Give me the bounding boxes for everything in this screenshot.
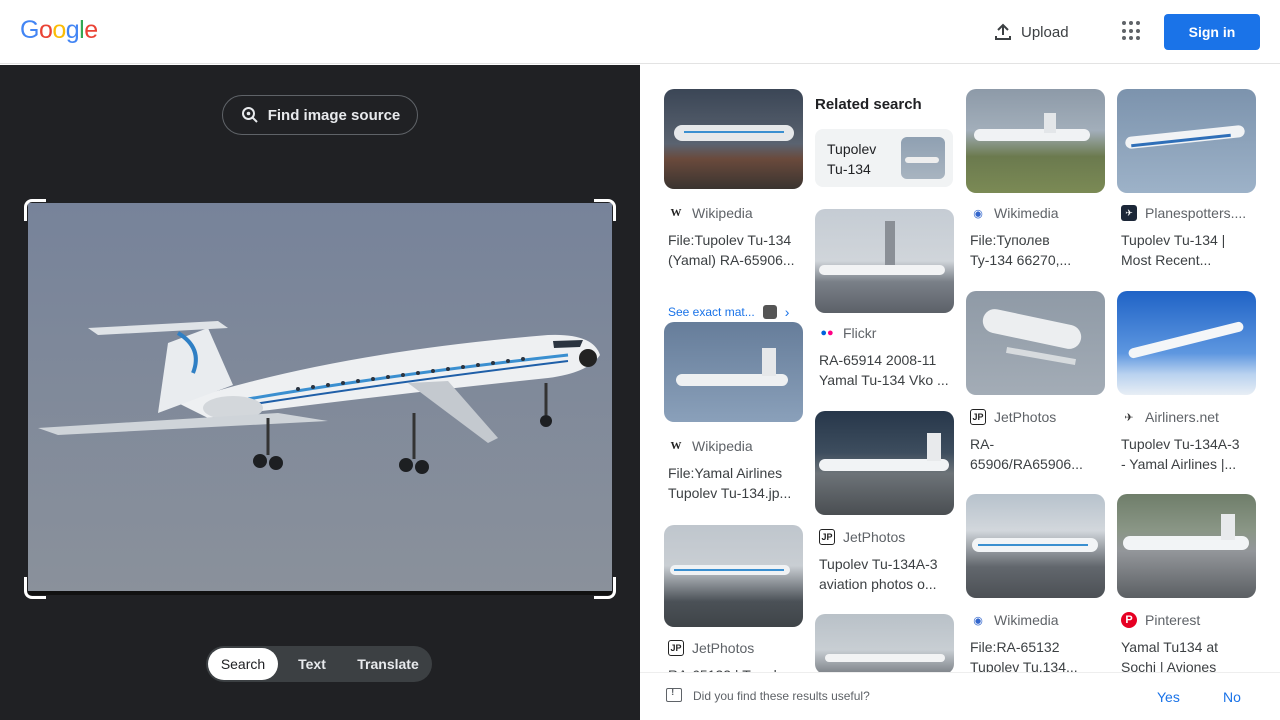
related-search-heading: Related search: [815, 96, 922, 113]
feedback-question: Did you find these results useful?: [693, 689, 870, 703]
tab-search[interactable]: Search: [208, 648, 278, 680]
result-source: P Pinterest: [1121, 612, 1200, 628]
result-thumbnail[interactable]: [664, 322, 803, 422]
result-source: ● ● Flickr: [820, 325, 877, 341]
result-thumbnail[interactable]: [966, 89, 1105, 193]
result-source: ◉ Wikimedia: [970, 205, 1058, 221]
apps-grid-icon[interactable]: [1122, 21, 1142, 41]
result-thumbnail[interactable]: [966, 494, 1105, 598]
logo-letter: g: [65, 16, 80, 44]
mode-tabs: Search Text Translate: [206, 646, 432, 682]
wikipedia-icon: W: [670, 440, 682, 452]
find-image-source-button[interactable]: Find image source: [222, 95, 418, 135]
result-source: ✈ Planespotters....: [1121, 205, 1246, 221]
jetphotos-icon: JP: [668, 640, 684, 656]
result-title[interactable]: File:Yamal Airlines Tupolev Tu-134.jp...: [668, 463, 804, 503]
result-thumbnail[interactable]: [664, 89, 803, 189]
feedback-bar: Did you find these results useful? Yes N…: [640, 672, 1280, 720]
feedback-yes-button[interactable]: Yes: [1157, 689, 1180, 705]
logo-letter: o: [52, 16, 66, 44]
wikipedia-icon: W: [670, 207, 682, 219]
result-title[interactable]: Yamal Tu134 at Sochi | Aviones: [1121, 637, 1257, 677]
see-exact-matches-link[interactable]: See exact mat... ›: [668, 304, 789, 320]
tab-translate[interactable]: Translate: [346, 648, 430, 680]
crop-handle-bottom-left[interactable]: [24, 577, 46, 599]
feedback-no-button[interactable]: No: [1223, 689, 1241, 705]
result-source: ◉ Wikimedia: [970, 612, 1058, 628]
find-image-source-label: Find image source: [267, 106, 401, 124]
result-title[interactable]: Tupolev Tu-134A-3- Yamal Airlines |...: [1121, 434, 1257, 474]
exact-match-thumb: [762, 305, 777, 319]
result-source: W Wikipedia: [668, 438, 753, 454]
pinterest-icon: P: [1121, 612, 1137, 628]
crop-handle-top-right[interactable]: [594, 199, 616, 221]
airliners-icon: ✈: [1124, 411, 1134, 424]
upload-label: Upload: [1021, 23, 1069, 41]
result-title[interactable]: RA- 65906/RA65906...: [970, 434, 1106, 474]
result-thumbnail[interactable]: [815, 209, 954, 313]
result-title[interactable]: File:Туполев Ту-134 66270,...: [970, 230, 1106, 270]
result-thumbnail[interactable]: [1117, 494, 1256, 598]
planespotters-icon: ✈: [1121, 205, 1137, 221]
result-source: JP JetPhotos: [668, 640, 754, 656]
lens-query-panel: Find image source Search Text Translate: [0, 65, 640, 720]
result-title[interactable]: File:RA-65132 Tupolev Tu.134...: [970, 637, 1106, 677]
lens-search-icon: [241, 107, 258, 123]
query-image: [28, 203, 612, 595]
result-source: JP JetPhotos: [819, 529, 905, 545]
result-source: ✈ Airliners.net: [1121, 409, 1219, 425]
result-thumbnail[interactable]: [815, 411, 954, 515]
result-thumbnail[interactable]: [815, 614, 954, 674]
visual-matches-panel: W Wikipedia File:Tupolev Tu-134 (Yamal) R…: [640, 65, 1280, 720]
logo-letter: o: [38, 16, 53, 44]
result-thumbnail[interactable]: [664, 525, 803, 627]
crop-handle-bottom-right[interactable]: [594, 577, 616, 599]
result-title[interactable]: Tupolev Tu-134A-3 aviation photos o...: [819, 554, 955, 594]
jetphotos-icon: JP: [970, 409, 986, 425]
logo-letter: e: [84, 16, 98, 44]
chevron-right-icon: ›: [784, 304, 790, 320]
related-search-thumb: [901, 137, 945, 179]
upload-button[interactable]: Upload: [993, 20, 1069, 44]
result-source: JP JetPhotos: [970, 409, 1056, 425]
upload-icon: [995, 23, 1011, 40]
tab-text[interactable]: Text: [278, 648, 346, 680]
feedback-icon: [666, 687, 682, 702]
result-thumbnail[interactable]: [1117, 89, 1256, 193]
google-logo[interactable]: Google: [20, 16, 98, 45]
result-title[interactable]: Tupolev Tu-134 | Most Recent...: [1121, 230, 1257, 270]
result-title[interactable]: File:Tupolev Tu-134 (Yamal) RA-65906...: [668, 230, 804, 270]
related-search-chip[interactable]: Tupolev Tu-134: [815, 129, 953, 187]
result-thumbnail[interactable]: [1117, 291, 1256, 395]
related-search-label: Tupolev Tu-134: [827, 141, 877, 177]
image-crop-area[interactable]: [24, 199, 616, 599]
flickr-icon: ● ●: [820, 327, 834, 339]
crop-handle-top-left[interactable]: [24, 199, 46, 221]
jetphotos-icon: JP: [819, 529, 835, 545]
sign-in-button[interactable]: Sign in: [1164, 14, 1260, 50]
wikimedia-icon: ◉: [973, 614, 983, 627]
result-thumbnail[interactable]: [966, 291, 1105, 395]
logo-letter: G: [20, 16, 39, 44]
top-bar: Google Upload Sign in: [0, 0, 1280, 64]
result-title[interactable]: RA-65914 2008-11 Yamal Tu-134 Vko ...: [819, 350, 955, 390]
wikimedia-icon: ◉: [973, 207, 983, 220]
result-source: W Wikipedia: [668, 205, 753, 221]
